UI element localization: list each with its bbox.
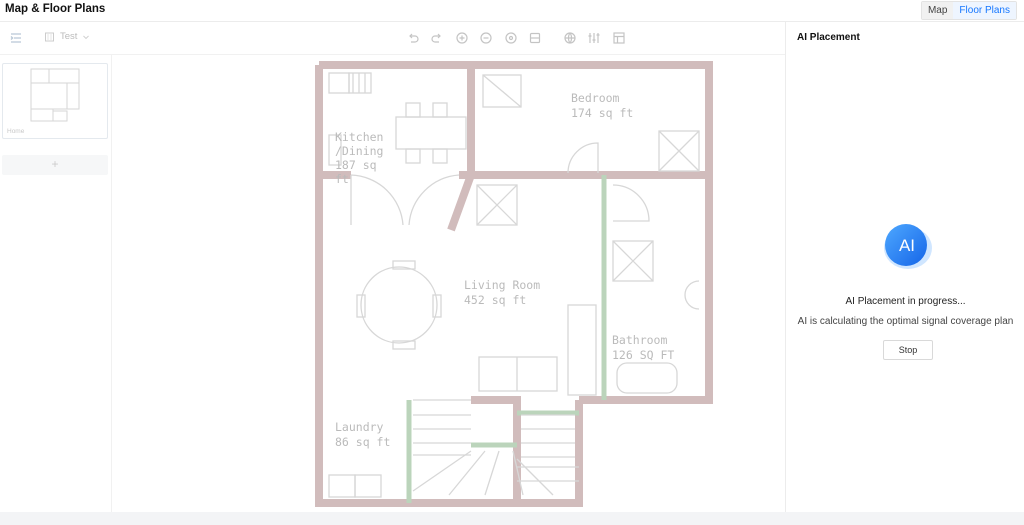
tab-floor-plans[interactable]: Floor Plans (953, 2, 1016, 19)
app-title: Map & Floor Plans (5, 3, 106, 15)
zoom-in-icon[interactable] (455, 31, 469, 45)
redo-icon[interactable] (430, 31, 444, 45)
panel-title: AI Placement (797, 32, 860, 43)
sliders-icon[interactable] (587, 31, 601, 45)
zoom-out-icon[interactable] (479, 31, 493, 45)
view-switch: Map Floor Plans (920, 1, 1017, 20)
room-label-kitchen: Kitchen /Dining 187 sq ft (335, 130, 390, 186)
undo-icon[interactable] (406, 31, 420, 45)
floor-list: Home + (0, 55, 112, 512)
globe-icon[interactable] (563, 31, 577, 45)
floor-thumbnail-label: Home (7, 128, 25, 135)
stop-button[interactable]: Stop (883, 340, 933, 360)
floor-thumbnail-image (30, 68, 80, 122)
room-label-living-room: Living Room 452 sq ft (464, 278, 547, 307)
editor-workspace: Test Home + Kitchen /Dining 187 sq ft Be… (0, 22, 785, 512)
placement-substatus: AI is calculating the optimal signal cov… (797, 316, 1014, 327)
chevron-down-icon (83, 35, 90, 39)
floor-plan-drawing: Kitchen /Dining 187 sq ft Bedroom 174 sq… (315, 61, 713, 507)
tab-map[interactable]: Map (921, 2, 954, 19)
add-floor-button[interactable]: + (2, 155, 108, 175)
floor-thumbnail[interactable]: Home (2, 63, 108, 139)
grid-icon[interactable] (612, 31, 626, 45)
export-icon[interactable] (528, 31, 542, 45)
room-label-laundry: Laundry 86 sq ft (335, 420, 390, 449)
layer-select[interactable]: Test (44, 31, 90, 42)
ai-badge-icon: AI (880, 222, 932, 270)
floor-plan-canvas[interactable]: Kitchen /Dining 187 sq ft Bedroom 174 sq… (113, 55, 785, 512)
room-label-bathroom: Bathroom 126 SQ FT (612, 333, 674, 362)
ai-placement-panel: AI Placement AI AI Placement in progress… (785, 22, 1024, 512)
list-toggle-icon[interactable] (9, 31, 23, 45)
building-icon (45, 32, 54, 42)
fit-view-icon[interactable] (504, 31, 518, 45)
app-header: Map & Floor Plans Map Floor Plans (0, 0, 1024, 22)
bottom-bar (0, 512, 1024, 525)
placement-status: AI Placement in progress... (845, 296, 966, 307)
room-label-bedroom: Bedroom 174 sq ft (571, 91, 633, 120)
layer-select-value: Test (60, 31, 78, 42)
editor-toolbar: Test (0, 22, 785, 55)
